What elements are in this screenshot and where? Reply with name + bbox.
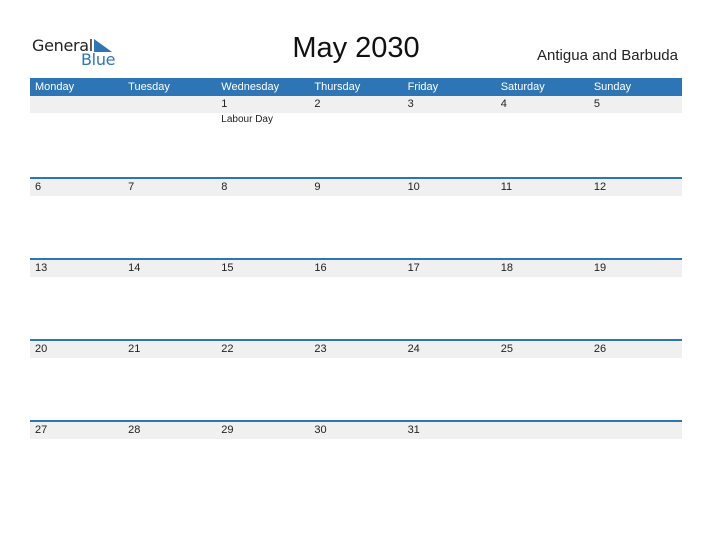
day-number: 6 bbox=[35, 181, 42, 193]
day-number: 16 bbox=[314, 262, 327, 274]
day-number: 17 bbox=[407, 262, 420, 274]
day-event bbox=[496, 439, 589, 440]
day-number: 2 bbox=[314, 98, 321, 110]
day-event bbox=[496, 277, 589, 278]
day-number: 4 bbox=[500, 98, 507, 110]
day-number: 15 bbox=[221, 262, 234, 274]
day-event bbox=[30, 439, 123, 440]
day-event: Labour Day bbox=[221, 114, 273, 125]
week-row: 27 28 29 30 31 bbox=[30, 420, 682, 440]
event-row bbox=[30, 196, 682, 197]
day-event bbox=[403, 439, 496, 440]
day-event bbox=[30, 196, 123, 197]
week-row: 1 2 3 4 5 Labour Day bbox=[30, 96, 682, 125]
day-number: 19 bbox=[593, 262, 607, 274]
day-number: 8 bbox=[221, 181, 228, 193]
day-event bbox=[496, 358, 589, 359]
day-number: 28 bbox=[128, 424, 141, 436]
day-event bbox=[216, 439, 309, 440]
day-number-row: 13 14 15 16 17 18 19 bbox=[30, 260, 682, 277]
day-event bbox=[123, 439, 216, 440]
day-event bbox=[123, 196, 216, 197]
day-event bbox=[309, 439, 402, 440]
day-number: 27 bbox=[35, 424, 48, 436]
calendar: Monday Tuesday Wednesday Thursday Friday… bbox=[30, 78, 682, 439]
weekday-tuesday: Tuesday bbox=[128, 81, 170, 93]
day-number: 20 bbox=[35, 343, 48, 355]
day-event bbox=[309, 277, 402, 278]
day-number bbox=[496, 422, 589, 439]
day-event bbox=[589, 277, 682, 278]
day-event bbox=[496, 196, 589, 197]
day-number-row: 6 7 8 9 10 11 12 bbox=[30, 179, 682, 196]
day-number: 23 bbox=[314, 343, 327, 355]
day-number: 29 bbox=[221, 424, 234, 436]
day-number: 12 bbox=[593, 181, 607, 193]
day-number: 25 bbox=[500, 343, 513, 355]
event-row: Labour Day bbox=[30, 113, 682, 125]
day-event bbox=[30, 277, 123, 278]
day-event bbox=[403, 196, 496, 197]
day-number: 11 bbox=[500, 181, 513, 193]
day-event bbox=[30, 113, 123, 125]
day-event bbox=[403, 358, 496, 359]
day-number: 21 bbox=[128, 343, 141, 355]
day-number: 10 bbox=[407, 181, 420, 193]
weekday-saturday: Saturday bbox=[500, 81, 545, 93]
day-number: 1 bbox=[221, 98, 228, 110]
day-number: 3 bbox=[407, 98, 414, 110]
week-row: 6 7 8 9 10 11 12 bbox=[30, 177, 682, 197]
day-event bbox=[216, 277, 309, 278]
day-number: 24 bbox=[407, 343, 420, 355]
day-number: 31 bbox=[407, 424, 420, 436]
day-number: 26 bbox=[593, 343, 607, 355]
day-number: 14 bbox=[128, 262, 141, 274]
day-number: 22 bbox=[221, 343, 234, 355]
weekday-sunday: Sunday bbox=[593, 81, 632, 93]
day-number: 7 bbox=[128, 181, 135, 193]
day-event bbox=[589, 358, 682, 359]
weekday-header: Monday Tuesday Wednesday Thursday Friday… bbox=[30, 78, 682, 96]
day-event bbox=[309, 196, 402, 197]
day-event bbox=[403, 113, 496, 125]
event-row bbox=[30, 277, 682, 278]
event-row bbox=[30, 358, 682, 359]
weekday-monday: Monday bbox=[35, 81, 75, 93]
day-event bbox=[589, 113, 682, 125]
day-number-row: 20 21 22 23 24 25 26 bbox=[30, 341, 682, 358]
week-row: 13 14 15 16 17 18 19 bbox=[30, 258, 682, 278]
event-row bbox=[30, 439, 682, 440]
day-number bbox=[589, 422, 682, 439]
day-event bbox=[123, 358, 216, 359]
day-event bbox=[309, 358, 402, 359]
day-event bbox=[403, 277, 496, 278]
day-number: 18 bbox=[500, 262, 513, 274]
day-event bbox=[496, 113, 589, 125]
weekday-thursday: Thursday bbox=[314, 81, 361, 93]
day-event bbox=[216, 358, 309, 359]
country-label: Antigua and Barbuda bbox=[537, 47, 678, 64]
weekday-wednesday: Wednesday bbox=[221, 81, 280, 93]
day-event bbox=[589, 439, 682, 440]
day-event bbox=[123, 277, 216, 278]
day-event bbox=[123, 113, 216, 125]
day-event bbox=[216, 196, 309, 197]
day-event bbox=[309, 113, 402, 125]
week-row: 20 21 22 23 24 25 26 bbox=[30, 339, 682, 359]
day-number-row: 1 2 3 4 5 bbox=[30, 96, 682, 113]
day-number bbox=[123, 96, 216, 113]
day-event bbox=[589, 196, 682, 197]
day-event bbox=[30, 358, 123, 359]
day-number: 9 bbox=[314, 181, 321, 193]
day-number-row: 27 28 29 30 31 bbox=[30, 422, 682, 439]
day-number: 5 bbox=[593, 98, 600, 110]
day-number bbox=[30, 96, 123, 113]
day-number: 30 bbox=[314, 424, 327, 436]
day-number: 13 bbox=[35, 262, 48, 274]
weekday-friday: Friday bbox=[407, 81, 439, 93]
